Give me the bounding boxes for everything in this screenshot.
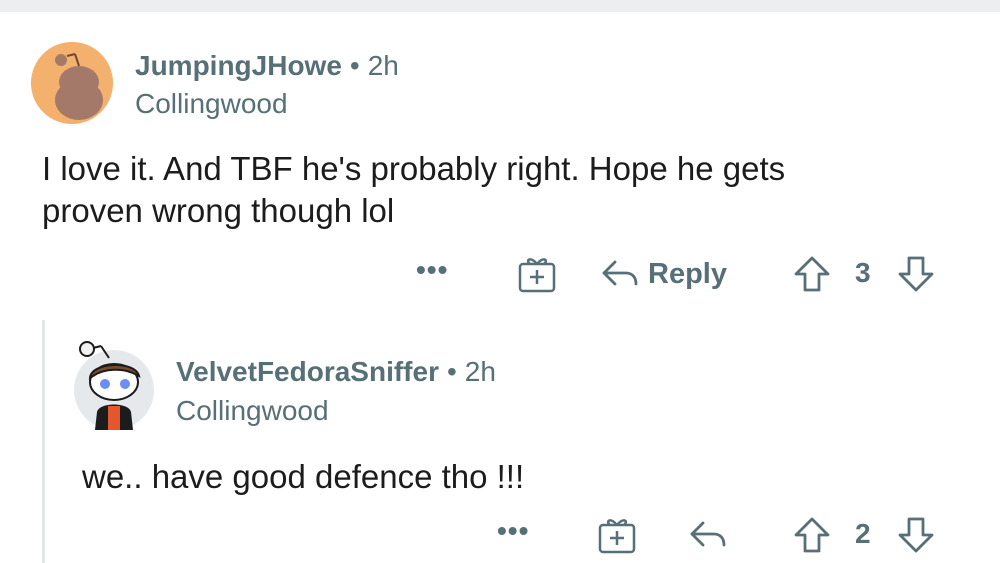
award-button[interactable] xyxy=(517,254,557,294)
comment-body: we.. have good defence tho !!! xyxy=(82,456,982,498)
comment-body-line: proven wrong though lol xyxy=(42,192,395,229)
author-line: JumpingJHowe • 2h xyxy=(135,50,399,82)
avatar[interactable] xyxy=(73,338,155,432)
more-options-button[interactable]: ••• xyxy=(416,254,448,286)
user-flair: Collingwood xyxy=(176,395,329,426)
top-divider xyxy=(0,0,1000,12)
award-icon xyxy=(518,258,556,293)
more-options-button[interactable]: ••• xyxy=(497,515,529,547)
reply-button[interactable]: Reply xyxy=(600,254,727,294)
downvote-button[interactable] xyxy=(896,515,936,555)
author-line: VelvetFedoraSniffer • 2h xyxy=(176,356,496,388)
separator: • xyxy=(349,50,360,81)
author-name[interactable]: JumpingJHowe xyxy=(135,50,342,81)
reply-label: Reply xyxy=(648,257,727,290)
timestamp: 2h xyxy=(464,356,496,387)
avatar[interactable] xyxy=(31,42,113,124)
downvote-icon xyxy=(898,256,934,292)
author-name[interactable]: VelvetFedoraSniffer xyxy=(176,356,439,387)
upvote-button[interactable] xyxy=(792,254,832,294)
upvote-button[interactable] xyxy=(792,515,832,555)
reply-button[interactable] xyxy=(688,515,728,555)
comment-actions: ••• Reply 3 xyxy=(0,254,1000,294)
separator: • xyxy=(446,356,457,387)
award-button[interactable] xyxy=(597,515,637,555)
comment-body-line: I love it. And TBF he's probably right. … xyxy=(42,150,786,187)
downvote-icon xyxy=(898,517,934,553)
comment-body: I love it. And TBF he's probably right. … xyxy=(42,148,982,232)
reply-arrow-icon xyxy=(690,521,726,547)
vote-score: 3 xyxy=(855,257,871,288)
upvote-icon xyxy=(794,256,830,292)
comment-body-line: we.. have good defence tho !!! xyxy=(82,458,525,495)
award-icon xyxy=(598,519,636,554)
reply-arrow-icon xyxy=(602,260,638,286)
timestamp: 2h xyxy=(367,50,399,81)
comment-actions: ••• 2 xyxy=(0,515,1000,555)
upvote-icon xyxy=(794,517,830,553)
user-flair: Collingwood xyxy=(135,88,288,119)
downvote-button[interactable] xyxy=(896,254,936,294)
vote-score: 2 xyxy=(855,518,871,549)
